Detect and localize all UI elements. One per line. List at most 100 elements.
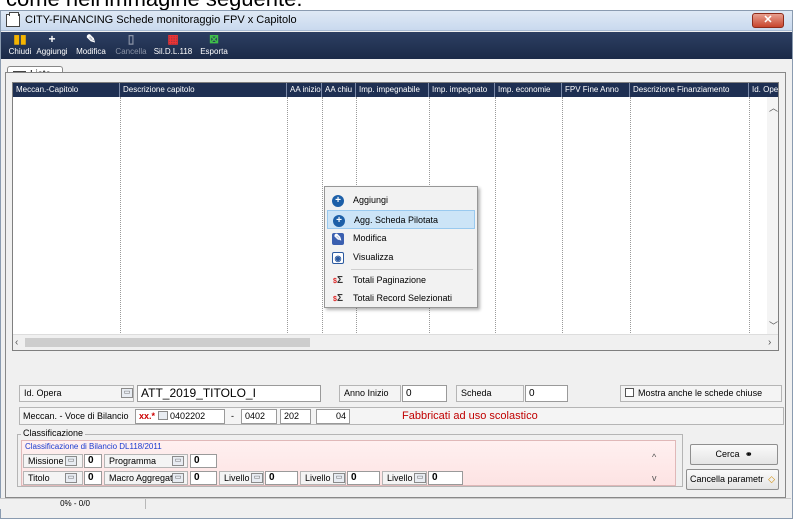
chiudi-button[interactable]: ▮▮ Chiudi xyxy=(7,32,33,59)
checkbox-box[interactable] xyxy=(625,388,634,397)
livello5-input[interactable]: 0 xyxy=(428,471,463,485)
window-title: CITY-FINANCING Schede monitoraggio FPV x… xyxy=(25,14,297,26)
col-divider xyxy=(287,97,288,343)
sum-icon: $Σ xyxy=(333,275,343,286)
horizontal-scrollbar[interactable]: ‹ › xyxy=(13,334,778,350)
col-descrizione-finanziamento[interactable]: Descrizione Finanziamento xyxy=(630,83,749,97)
scroll-left-icon[interactable]: ‹ xyxy=(15,337,18,348)
titolo-lookup-icon[interactable]: ▭ xyxy=(65,473,77,483)
classificazione-label: Classificazione xyxy=(21,428,86,438)
col-fpv-fine-anno[interactable]: FPV Fine Anno xyxy=(562,83,630,97)
meccan-description: Fabbricati ad uso scolastico xyxy=(402,410,538,422)
meccan-label: Meccan. - Voce di Bilancio xyxy=(23,411,129,421)
cerca-label: Cerca xyxy=(715,449,740,459)
col-descrizione-capitolo[interactable]: Descrizione capitolo xyxy=(120,83,287,97)
menu-item-visualizza[interactable]: ◉ Visualizza xyxy=(327,248,475,267)
col-aa-chiu[interactable]: AA chiu xyxy=(322,83,356,97)
id-opera-lookup-icon[interactable]: ▭ xyxy=(121,388,133,398)
vertical-scrollbar[interactable]: ︿ ﹀ xyxy=(767,97,778,334)
meccan-code-input[interactable]: xx.* 0402202 xyxy=(135,409,225,424)
col-aa-inizio[interactable]: AA inizio xyxy=(287,83,322,97)
cancella-button[interactable]: ▯ Cancella xyxy=(112,32,150,59)
col-id-ope[interactable]: Id. Ope xyxy=(749,83,778,97)
eye-icon: ◉ xyxy=(332,252,344,264)
scroll-right-icon[interactable]: › xyxy=(768,337,771,348)
close-button[interactable]: ✕ xyxy=(752,13,784,28)
cancella-parametri-button[interactable]: Cancella parametr ◇ xyxy=(686,469,779,490)
mostra-chiuse-label: Mostra anche le schede chiuse xyxy=(638,388,763,398)
livello4-lookup-icon[interactable]: ▭ xyxy=(333,473,345,483)
aggiungi-button[interactable]: + Aggiungi xyxy=(34,32,70,59)
menu-item-label: Totali Record Selezionati xyxy=(353,293,453,303)
cerca-button[interactable]: Cerca ⚭ xyxy=(690,444,778,465)
menu-item-label: Visualizza xyxy=(353,252,394,262)
cancella-label: Cancella xyxy=(115,47,147,56)
edit-icon: ✎ xyxy=(85,32,97,46)
meccan-part1[interactable]: 0402 xyxy=(241,409,277,424)
modifica-button[interactable]: ✎ Modifica xyxy=(71,32,111,59)
cancella-parametri-label: Cancella parametr xyxy=(690,474,764,484)
menu-item-aggiungi[interactable]: + Aggiungi xyxy=(327,191,475,210)
programma-label-text: Programma xyxy=(109,456,157,466)
context-menu: + Aggiungi + Agg. Scheda Pilotata ✎ Modi… xyxy=(324,186,478,308)
col-imp-impegnabile[interactable]: Imp. impegnabile xyxy=(356,83,429,97)
meccan-lookup-icon[interactable] xyxy=(157,411,168,420)
programma-lookup-icon[interactable]: ▭ xyxy=(172,456,184,466)
trash-icon: ▯ xyxy=(127,32,135,46)
meccan-prefix: xx.* xyxy=(139,411,156,421)
col-imp-economie[interactable]: Imp. economie xyxy=(495,83,562,97)
horizontal-scroll-thumb[interactable] xyxy=(25,338,310,347)
scheda-input[interactable]: 0 xyxy=(525,385,568,402)
sil-dl118-button[interactable]: ▦ Sil.D.L.118 xyxy=(151,32,195,59)
col-divider xyxy=(495,97,496,343)
add-circle-icon: + xyxy=(333,215,345,227)
app-icon xyxy=(6,12,20,27)
missione-lookup-icon[interactable]: ▭ xyxy=(65,456,77,466)
macro-aggregato-input[interactable]: 0 xyxy=(190,471,217,485)
anno-inizio-input[interactable]: 0 xyxy=(402,385,447,402)
status-bar: 0% - 0/0 xyxy=(0,498,791,509)
missione-label-text: Missione xyxy=(28,456,64,466)
modifica-label: Modifica xyxy=(76,47,106,56)
menu-item-agg-scheda-pilotata[interactable]: + Agg. Scheda Pilotata xyxy=(327,210,475,229)
aggiungi-label: Aggiungi xyxy=(36,47,68,56)
classificazione-scroll-up-icon[interactable]: ^ xyxy=(652,452,656,462)
mostra-chiuse-checkbox[interactable]: Mostra anche le schede chiuse xyxy=(620,385,782,402)
meccan-part2[interactable]: 202 xyxy=(280,409,311,424)
col-meccan-capitolo[interactable]: Meccan.-Capitolo xyxy=(13,83,120,97)
titolo-label-text: Titolo xyxy=(28,473,50,483)
col-imp-impegnato[interactable]: Imp. impegnato xyxy=(429,83,495,97)
menu-item-label: Agg. Scheda Pilotata xyxy=(354,215,439,225)
toolbar: ▮▮ Chiudi + Aggiungi ✎ Modifica ▯ Cancel… xyxy=(1,32,792,59)
menu-item-modifica[interactable]: ✎ Modifica xyxy=(327,229,475,248)
col-divider xyxy=(322,97,323,343)
macro-aggregato-lookup-icon[interactable]: ▭ xyxy=(172,473,184,483)
binoculars-icon: ⚭ xyxy=(744,449,753,459)
classificazione-scroll-down-icon[interactable]: v xyxy=(652,473,657,483)
add-circle-icon: + xyxy=(332,195,344,207)
meccan-part3[interactable]: 04 xyxy=(316,409,350,424)
anno-inizio-label-text: Anno Inizio xyxy=(344,388,389,398)
id-opera-label: Id. Opera xyxy=(19,385,134,402)
meccan-dash: - xyxy=(231,411,234,421)
esporta-button[interactable]: ⊠ Esporta xyxy=(196,32,232,59)
col-divider xyxy=(562,97,563,343)
livello4-input[interactable]: 0 xyxy=(347,471,380,485)
scroll-up-icon[interactable]: ︿ xyxy=(769,101,778,114)
menu-item-totali-paginazione[interactable]: $Σ Totali Paginazione xyxy=(327,271,475,290)
id-opera-input[interactable]: ATT_2019_TITOLO_I xyxy=(137,385,321,402)
titolo-input[interactable]: 0 xyxy=(84,471,102,485)
livello5-lookup-icon[interactable]: ▭ xyxy=(414,473,426,483)
programma-input[interactable]: 0 xyxy=(190,454,217,468)
classificazione-sub: Classificazione di Bilancio DL118/2011 xyxy=(25,442,162,451)
scroll-down-icon[interactable]: ﹀ xyxy=(769,319,778,332)
menu-item-label: Aggiungi xyxy=(353,195,389,205)
menu-separator xyxy=(351,269,473,270)
esporta-label: Esporta xyxy=(200,47,228,56)
missione-input[interactable]: 0 xyxy=(84,454,102,468)
livello3-input[interactable]: 0 xyxy=(265,471,298,485)
menu-item-totali-record-selezionati[interactable]: $Σ Totali Record Selezionati xyxy=(327,289,475,308)
report-icon: ▦ xyxy=(167,32,179,46)
livello3-lookup-icon[interactable]: ▭ xyxy=(251,473,263,483)
exit-icon: ▮▮ xyxy=(13,32,27,46)
